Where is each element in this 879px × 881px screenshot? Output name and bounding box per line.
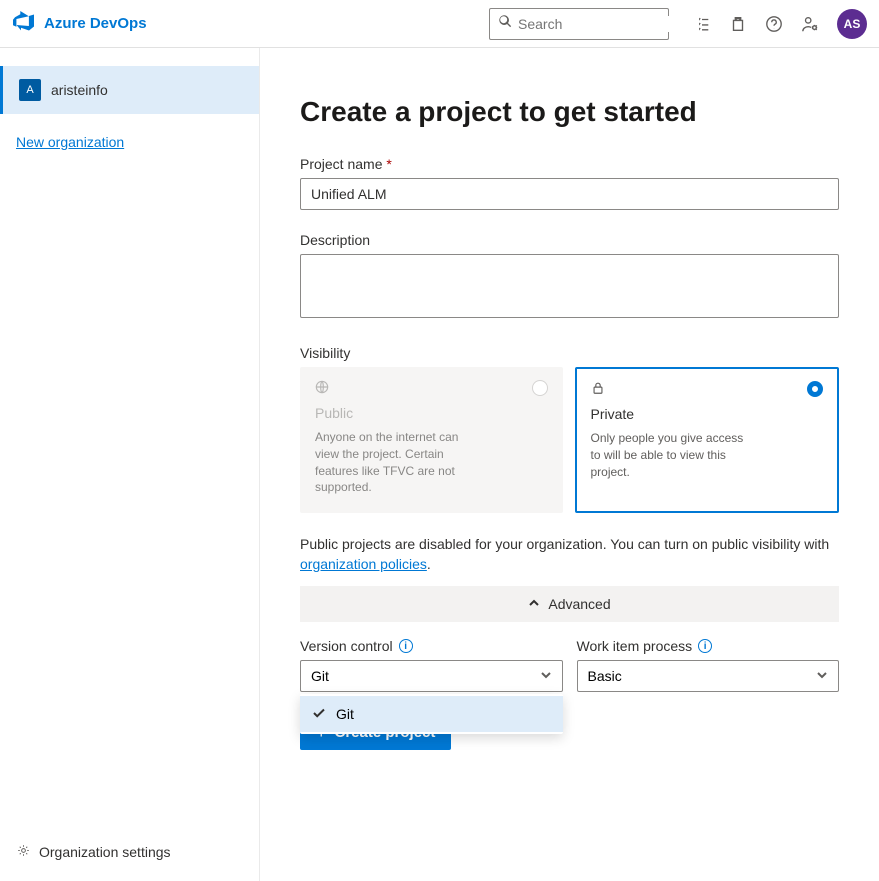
header-actions: AS <box>693 9 867 39</box>
vc-option-git[interactable]: Git <box>300 696 563 732</box>
org-name: aristeinfo <box>51 82 108 98</box>
chevron-up-icon <box>528 596 540 612</box>
version-control-field: Version control i Git Git <box>300 638 563 692</box>
visibility-field: Visibility Public Anyone on the internet… <box>300 345 839 513</box>
description-field: Description <box>300 232 839 323</box>
brand-text: Azure DevOps <box>44 15 147 32</box>
avatar[interactable]: AS <box>837 9 867 39</box>
radio-public <box>532 380 548 396</box>
project-name-field: Project name * <box>300 156 839 210</box>
org-settings-link[interactable]: Organization settings <box>16 843 171 861</box>
project-name-label: Project name * <box>300 156 839 172</box>
main-content: Create a project to get started Project … <box>260 48 879 881</box>
version-control-menu: Git <box>300 694 563 734</box>
page-title: Create a project to get started <box>300 96 839 128</box>
header-bar: Azure DevOps AS <box>0 0 879 48</box>
azure-devops-icon <box>12 9 36 38</box>
marketplace-icon[interactable] <box>729 15 747 33</box>
visibility-public-card: Public Anyone on the internet can view t… <box>300 367 563 513</box>
search-icon <box>498 14 512 33</box>
vis-public-desc: Anyone on the internet can view the proj… <box>315 429 480 496</box>
sidebar-org-item[interactable]: A aristeinfo <box>0 66 259 114</box>
work-item-dropdown[interactable]: Basic <box>577 660 840 692</box>
brand-logo[interactable]: Azure DevOps <box>12 9 147 38</box>
work-item-field: Work item process i Basic <box>577 638 840 692</box>
vc-option-git-label: Git <box>336 706 354 722</box>
radio-private[interactable] <box>807 381 823 397</box>
version-control-value: Git <box>311 668 329 684</box>
check-icon <box>312 706 326 723</box>
lock-icon <box>591 382 605 399</box>
user-settings-icon[interactable] <box>801 15 819 33</box>
work-item-label: Work item process <box>577 638 693 654</box>
advanced-label: Advanced <box>548 596 610 612</box>
search-input[interactable] <box>518 16 699 32</box>
visibility-private-card[interactable]: Private Only people you give access to w… <box>575 367 840 513</box>
chevron-down-icon <box>540 668 552 684</box>
org-badge: A <box>19 79 41 101</box>
version-control-dropdown[interactable]: Git <box>300 660 563 692</box>
info-icon[interactable]: i <box>399 639 413 653</box>
help-icon[interactable] <box>765 15 783 33</box>
org-settings-label: Organization settings <box>39 844 171 860</box>
description-label: Description <box>300 232 839 248</box>
version-control-label: Version control <box>300 638 393 654</box>
gear-icon <box>16 843 31 861</box>
chevron-down-icon <box>816 668 828 684</box>
advanced-toggle[interactable]: Advanced <box>300 586 839 622</box>
vis-private-title: Private <box>591 406 824 422</box>
search-box[interactable] <box>489 8 669 40</box>
info-icon[interactable]: i <box>698 639 712 653</box>
globe-icon <box>315 381 329 398</box>
vis-private-desc: Only people you give access to will be a… <box>591 430 756 480</box>
sidebar: A aristeinfo New organization Organizati… <box>0 48 260 881</box>
work-item-value: Basic <box>588 668 622 684</box>
description-input[interactable] <box>300 254 839 318</box>
visibility-note: Public projects are disabled for your or… <box>300 535 839 574</box>
visibility-label: Visibility <box>300 345 839 361</box>
project-name-input[interactable] <box>300 178 839 210</box>
org-policies-link[interactable]: organization policies <box>300 556 427 572</box>
vis-public-title: Public <box>315 405 548 421</box>
new-org-link[interactable]: New organization <box>16 134 259 150</box>
